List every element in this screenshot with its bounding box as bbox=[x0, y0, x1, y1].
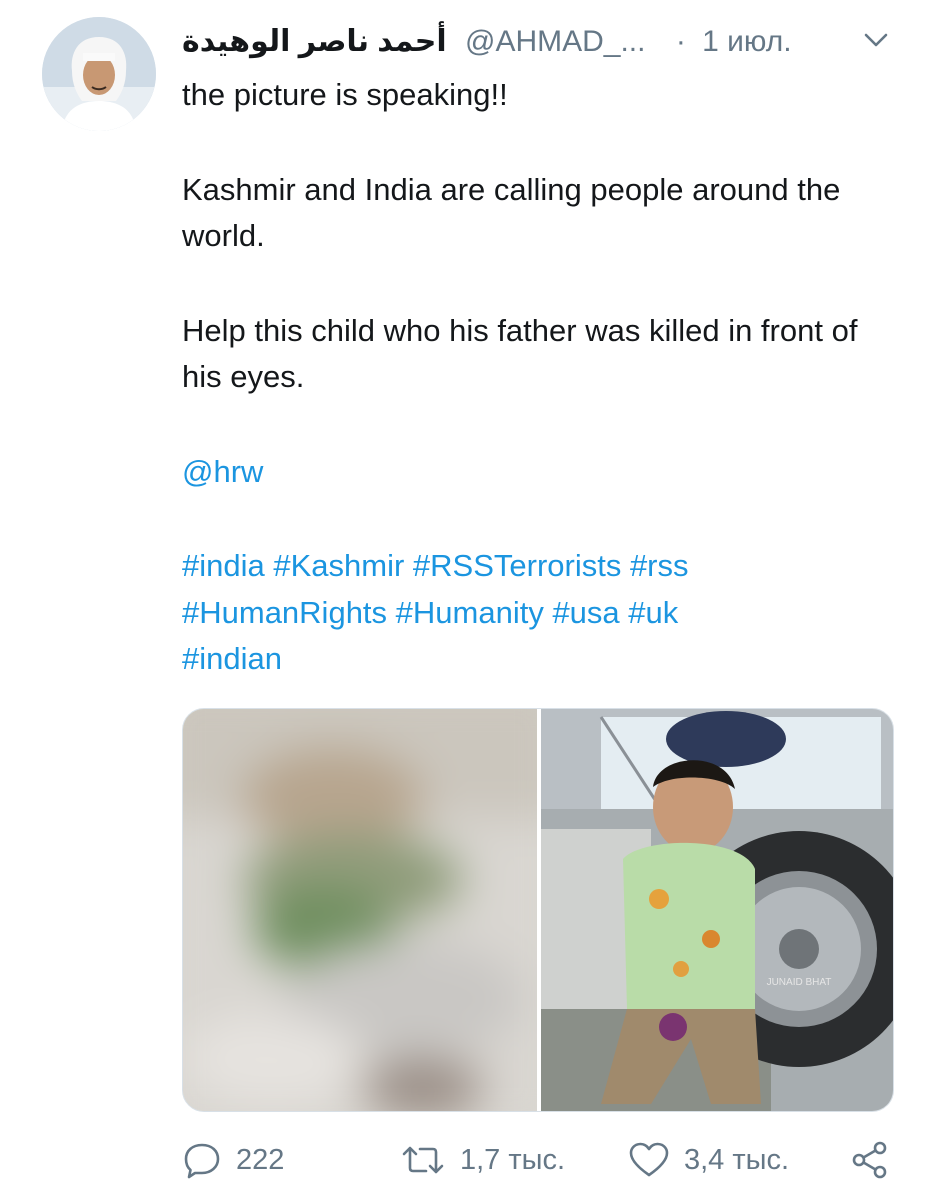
tweet-header: أحمد ناصر الوهيدة @AHMAD_... · 1 июл. bbox=[182, 20, 912, 64]
author-name[interactable]: أحمد ناصر الوهيدة bbox=[182, 25, 447, 58]
chevron-down-icon[interactable] bbox=[862, 30, 890, 50]
blurred-photo[interactable] bbox=[183, 709, 537, 1111]
avatar[interactable] bbox=[42, 17, 156, 131]
tweet-paragraph: Help this child who his father was kille… bbox=[182, 312, 858, 395]
hashtags-line[interactable]: #india #Kashmir #RSSTerrorists #rss bbox=[182, 543, 902, 590]
share-button[interactable] bbox=[850, 1130, 890, 1190]
tweet-media: JUNAID BHAT bbox=[182, 708, 894, 1112]
like-button[interactable]: 3,4 тыс. bbox=[628, 1130, 789, 1190]
tweet-actions: 222 1,7 тыс. 3,4 тыс. bbox=[182, 1130, 902, 1190]
header-separator: · bbox=[675, 25, 686, 58]
retweet-arrows-icon bbox=[402, 1146, 444, 1174]
mention-link[interactable]: @hrw bbox=[182, 449, 902, 496]
photo-watermark: JUNAID BHAT bbox=[767, 977, 832, 988]
tweet-text: the picture is speaking!! Kashmir and In… bbox=[182, 72, 902, 683]
tweet-date[interactable]: 1 июл. bbox=[702, 25, 791, 58]
retweet-count: 1,7 тыс. bbox=[460, 1143, 566, 1176]
retweet-button[interactable]: 1,7 тыс. bbox=[400, 1130, 565, 1190]
speech-bubble-icon bbox=[184, 1143, 220, 1179]
child-photo[interactable]: JUNAID BHAT bbox=[541, 709, 893, 1111]
tweet-paragraph: Kashmir and India are calling people aro… bbox=[182, 171, 841, 254]
avatar-image bbox=[42, 17, 156, 131]
hashtags-line[interactable]: #indian bbox=[182, 636, 902, 683]
hashtags-line[interactable]: #HumanRights #Humanity #usa #uk bbox=[182, 590, 902, 637]
like-count: 3,4 тыс. bbox=[684, 1143, 790, 1176]
share-nodes-icon bbox=[852, 1141, 887, 1179]
heart-outline-icon bbox=[629, 1142, 669, 1177]
tweet-paragraph: the picture is speaking!! bbox=[182, 77, 508, 112]
reply-count: 222 bbox=[236, 1143, 285, 1176]
author-handle[interactable]: @AHMAD_... bbox=[465, 25, 645, 58]
reply-button[interactable]: 222 bbox=[182, 1130, 284, 1190]
